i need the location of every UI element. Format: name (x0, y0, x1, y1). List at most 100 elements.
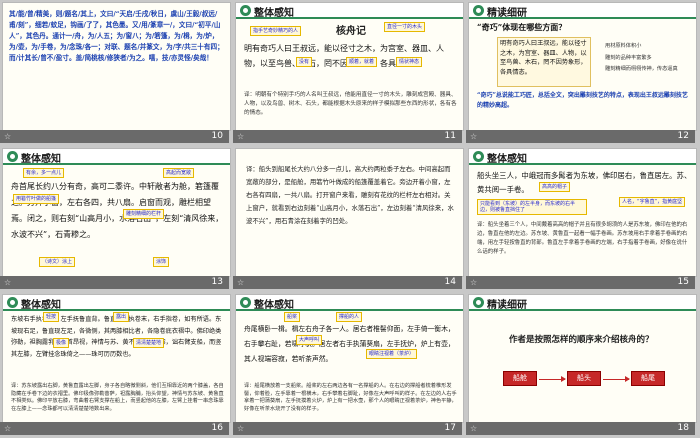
annotation: 涂饰 (153, 257, 170, 267)
slide-canvas: 整体感知 有余，多一点儿 高起而宽敞 舟首尾长约八分有奇，高可二黍许。中轩敞者为… (2, 148, 231, 277)
arrow-right-icon (603, 376, 630, 382)
annotation: 人名，“字鲁直”，指黄庭坚 (619, 197, 686, 207)
slide-body-text: 其/能/曾/精美，则/题名/其上，文曰/“天启/壬戌/秋日，虞山/王毅/叔远/甫… (9, 10, 224, 62)
slide-number: 10 (211, 131, 223, 141)
slide-canvas: 整体感知 船头坐三人，中峨冠而多髯者为东坡，佛印居右，鲁直居左。苏、黄共阅一手卷… (468, 148, 697, 277)
annotation: 船桨 (284, 312, 301, 322)
flow-step-3: 船尾 (631, 371, 665, 386)
slide-thumb-12[interactable]: 精读细研 “奇巧”体现在哪些方面？ 明有奇巧人曰王叔远，能以径寸之木，为宫室、器… (466, 0, 699, 146)
arrow-right-icon (539, 376, 566, 382)
divider (236, 309, 463, 311)
slide-footer: ☆ 15 (466, 276, 695, 289)
slide-sorter-grid: 其/能/曾/精美，则/题名/其上，文曰/“天启/壬戌/秋日，虞山/王毅/叔远/甫… (0, 0, 700, 438)
slide-canvas: 整体感知 东坡右手执卷端，左手抚鲁直背。鲁直左手执卷末，右手指卷，如有所语。东坡… (2, 294, 231, 423)
slide-number: 18 (677, 423, 689, 433)
slide-thumb-17[interactable]: 整体感知 船桨 撑船的人 舟尾横卧一楫。楫左右舟子各一人。居右者椎髻仰面，左手倚… (233, 292, 466, 438)
slide-header: 精读细研 (469, 295, 696, 311)
question-text: “奇巧”体现在哪些方面？ (477, 22, 567, 32)
divider (469, 163, 696, 165)
side-note-1: 用材原料体积小 (605, 43, 642, 49)
bullet-icon (240, 297, 251, 308)
annotation: 高起而宽敞 (163, 168, 195, 178)
side-note-2: 雕刻的品种丰富繁多 (605, 55, 652, 61)
classical-text: 舟尾横卧一楫。楫左右舟子各一人。居右者椎髻仰面，左手倚一衡木，右手攀右趾，若啸呼… (244, 325, 455, 363)
slide-number: 14 (444, 277, 456, 287)
slide-thumb-16[interactable]: 整体感知 东坡右手执卷端，左手抚鲁直背。鲁直左手执卷末，右手指卷，如有所语。东坡… (0, 292, 233, 438)
summary-text: “奇巧”总说能工巧匠，总括全文，突出雕刻技艺的特点，表现出王叔远雕刻技艺的精妙高… (477, 92, 688, 109)
slide-footer: ☆ 10 (0, 130, 229, 143)
translation-text: 译：苏东坡露出右脚，黄鲁直露出左脚，身子各自略微侧斜，他们互相靠近的两个膝盖，各… (11, 383, 224, 412)
annotation: 顺着，就着 (346, 57, 378, 67)
slide-thumb-14[interactable]: 译：船头到船尾长大约八分多一点儿，高大约两粒黍子左右。中间高起而宽敞的部分，是船… (233, 146, 466, 292)
star-icon: ☆ (470, 424, 478, 433)
slide-thumb-11[interactable]: 整体感知 核舟记 指手艺奇妙精巧的人 直径一寸的木头 明有奇巧人曰王叔远，能以径… (233, 0, 466, 146)
slide-footer: ☆ 18 (466, 422, 695, 435)
slide-footer: ☆ 17 (233, 422, 462, 435)
annotation: 雕刻精细的栏杆 (123, 209, 165, 219)
translation-text: 译：明朝有个特别手巧的人名叫王叔远，他能用直径一寸的木头，雕刻成宫殿、器具、人物… (244, 92, 457, 116)
star-icon: ☆ (237, 278, 245, 287)
slide-header: 整体感知 (236, 3, 463, 19)
slide-header: 整体感知 (236, 295, 463, 311)
slide-header: 整体感知 (3, 295, 230, 311)
divider (3, 163, 230, 165)
slide-number: 17 (444, 423, 456, 433)
bullet-icon (7, 297, 18, 308)
slide-footer: ☆ 12 (466, 130, 695, 143)
slide-number: 12 (677, 131, 689, 141)
annotation: 没有 (296, 57, 313, 67)
page-title: 核舟记 (336, 26, 366, 37)
annotation: 清清楚楚地 (133, 338, 165, 348)
star-icon: ☆ (4, 278, 12, 287)
side-note-3: 雕刻精细而栩栩传神，传态逼真 (605, 66, 678, 72)
question-text: 作者是按照怎样的顺序来介绍核舟的？ (509, 335, 654, 345)
slide-number: 13 (211, 277, 223, 287)
slide-thumb-13[interactable]: 整体感知 有余，多一点儿 高起而宽敞 舟首尾长约八分有奇，高可二黍许。中轩敞者为… (0, 146, 233, 292)
slide-number: 15 (677, 277, 689, 287)
slide-thumb-10[interactable]: 其/能/曾/精美，则/题名/其上，文曰/“天启/壬戌/秋日，虞山/王毅/叔远/甫… (0, 0, 233, 146)
star-icon: ☆ (4, 132, 12, 141)
slide-footer: ☆ 13 (0, 276, 229, 289)
slide-canvas: 整体感知 核舟记 指手艺奇妙精巧的人 直径一寸的木头 明有奇巧人曰王叔远，能以径… (235, 2, 464, 131)
flow-step-2: 船头 (567, 371, 601, 386)
star-icon: ☆ (470, 132, 478, 141)
slide-thumb-18[interactable]: 精读细研 作者是按照怎样的顺序来介绍核舟的？ 船舱 船头 船尾 ☆ 18 (466, 292, 699, 438)
annotation: 高高的帽子 (539, 182, 571, 192)
slide-footer: ☆ 11 (233, 130, 462, 143)
slide-canvas: 译：船头到船尾长大约八分多一点儿，高大约两粒黍子左右。中间高起而宽敞的部分，是船… (235, 148, 464, 277)
annotation: 眼睛注视着（茶炉） (366, 349, 418, 359)
annotation: 轻按 (43, 312, 60, 322)
translation-text: 译：船尾横放着一支船桨。船桨的左右两边各有一名撑船的人。在右边的撑船者梳着椎形发… (244, 383, 457, 412)
divider (469, 309, 696, 311)
slide-canvas: 其/能/曾/精美，则/题名/其上，文曰/“天启/壬戌/秋日，虞山/王毅/叔远/甫… (2, 2, 231, 131)
translation-text: 译：船头到船尾长大约八分多一点儿，高大约两粒黍子左右。中间高起而宽敞的部分，是船… (246, 165, 454, 225)
classical-text: 舟首尾长约八分有奇，高可二黍许。中轩敞者为舱，箬篷覆之。旁开小窗，左右各四，共八… (11, 182, 224, 239)
slide-footer: ☆ 14 (233, 276, 462, 289)
bullet-icon (473, 5, 484, 16)
divider (469, 17, 696, 19)
bullet-icon (473, 297, 484, 308)
star-icon: ☆ (237, 132, 245, 141)
annotation: 撑船的人 (336, 312, 363, 322)
slide-canvas: 整体感知 船桨 撑船的人 舟尾横卧一楫。楫左右舟子各一人。居右者椎髻仰面，左手倚… (235, 294, 464, 423)
star-icon: ☆ (4, 424, 12, 433)
slide-footer: ☆ 16 (0, 422, 229, 435)
translation-text: 译：船头坐着三个人，中间戴着高高的帽子并且有很多胡须的人是苏东坡，佛印在他的右边… (477, 222, 688, 255)
slide-thumb-15[interactable]: 整体感知 船头坐三人，中峨冠而多髯者为东坡，佛印居右，鲁直居左。苏、黄共阅一手卷… (466, 146, 699, 292)
classical-text: 船头坐三人，中峨冠而多髯者为东坡，佛印居右，鲁直居左。苏、黄共阅一手卷。 (477, 171, 692, 194)
slide-number: 11 (444, 131, 456, 141)
star-icon: ☆ (237, 424, 245, 433)
bullet-icon (240, 5, 251, 16)
slide-header: 整体感知 (3, 149, 230, 165)
slide-canvas: 精读细研 “奇巧”体现在哪些方面？ 明有奇巧人曰王叔远，能以径寸之木，为宫室、器… (468, 2, 697, 131)
annotation: 露出 (113, 312, 130, 322)
annotation: 极像 (53, 338, 70, 348)
star-icon: ☆ (470, 278, 478, 287)
flow-step-1: 船舱 (503, 371, 537, 386)
annotation: 只能看到（东坡）的左半身，而东坡的右半边，则被鲁直挡住了 (477, 199, 587, 215)
bullet-icon (473, 151, 484, 162)
annotation: 用箬竹叶做的船篷 (13, 194, 60, 204)
annotation: 大声呼叫 (296, 335, 323, 345)
annotation: 情状神态 (396, 57, 423, 67)
slide-canvas: 精读细研 作者是按照怎样的顺序来介绍核舟的？ 船舱 船头 船尾 (468, 294, 697, 423)
